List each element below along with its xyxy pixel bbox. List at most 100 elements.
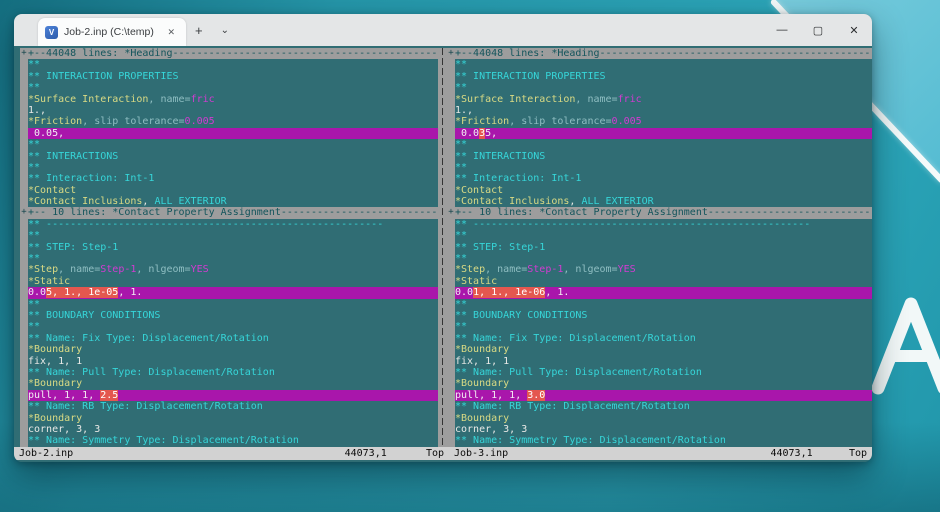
tab-active[interactable]: V Job-2.inp (C:\temp) (1 of 2) - V ✕ [38, 18, 186, 46]
fold-column-cell [20, 139, 28, 150]
fold-column-cell [447, 310, 455, 321]
vertical-split-separator[interactable] [438, 48, 447, 447]
wallpaper-letter-a [870, 294, 940, 398]
fold-column-cell [447, 401, 455, 412]
fold-column-cell [447, 333, 455, 344]
fold-column-cell [447, 185, 455, 196]
code-line: *Surface Interaction, name=fric [28, 94, 438, 105]
code-line: ** [455, 82, 872, 93]
desktop-background: V Job-2.inp (C:\temp) (1 of 2) - V ✕ + ⌄… [0, 0, 940, 512]
fold-column-cell [447, 264, 455, 275]
command-line[interactable] [14, 460, 872, 462]
statusline-position: 44073,1 [770, 447, 812, 460]
fold-column-cell [20, 242, 28, 253]
fold-column: ++ [447, 48, 455, 447]
fold-column-cell [447, 390, 455, 401]
code-line: *Contact [455, 185, 872, 196]
maximize-button[interactable]: ▢ [800, 14, 836, 46]
new-tab-button[interactable]: + [186, 16, 212, 46]
code-line: ** [28, 321, 438, 332]
chevron-down-icon: ⌄ [221, 25, 229, 36]
diff-line: 0.05, [28, 128, 438, 139]
code-line: ** [455, 253, 872, 264]
terminal-window: V Job-2.inp (C:\temp) (1 of 2) - V ✕ + ⌄… [14, 14, 872, 462]
code-line: *Boundary [28, 413, 438, 424]
close-icon: ✕ [167, 27, 175, 37]
code-line: ** Name: Pull Type: Displacement/Rotatio… [455, 367, 872, 378]
window-controls: — ▢ ✕ [764, 14, 872, 46]
code-line: corner, 3, 3 [455, 424, 872, 435]
code-line: ** INTERACTIONS [455, 151, 872, 162]
fold-column-cell [447, 356, 455, 367]
close-button[interactable]: ✕ [836, 14, 872, 46]
close-icon: ✕ [849, 24, 858, 37]
code-line: ** Name: Symmetry Type: Displacement/Rot… [455, 435, 872, 446]
statusline-left: Job-2.inp 44073,1 Top [14, 447, 449, 460]
code-line: ** Name: Symmetry Type: Displacement/Rot… [28, 435, 438, 446]
fold-column-cell [20, 59, 28, 70]
minimize-icon: — [777, 24, 788, 36]
code-line: ** BOUNDARY CONDITIONS [455, 310, 872, 321]
plus-icon: + [195, 23, 203, 38]
code-line: ** Name: Fix Type: Displacement/Rotation [28, 333, 438, 344]
tab-close-button[interactable]: ✕ [163, 25, 179, 40]
code-line: ** Name: Pull Type: Displacement/Rotatio… [28, 367, 438, 378]
code-line: *Contact Inclusions, ALL EXTERIOR [455, 196, 872, 207]
vim-window-left[interactable]: + + +--44048 lines: *Heading-------------… [20, 48, 438, 447]
code-line: *Static [28, 276, 438, 287]
fold-column-cell [20, 128, 28, 139]
code-line: *Boundary [455, 378, 872, 389]
code-line: ** STEP: Step-1 [455, 242, 872, 253]
fold-column-cell [20, 356, 28, 367]
fold-marker[interactable]: + [20, 48, 28, 59]
code-line: *Boundary [28, 344, 438, 355]
fold-column-cell [20, 344, 28, 355]
fold-column-cell [20, 173, 28, 184]
fold-column-cell [447, 344, 455, 355]
fold-column-cell [20, 230, 28, 241]
code-line: ** [28, 162, 438, 173]
vim-diff-view: ++ +--44048 lines: *Heading-------------… [14, 46, 872, 462]
fold-column-cell [447, 413, 455, 424]
fold-marker[interactable]: + [447, 207, 455, 218]
fold-column-cell [447, 151, 455, 162]
code-line: *Contact [28, 185, 438, 196]
code-line: *Boundary [28, 378, 438, 389]
fold-column-cell [20, 116, 28, 127]
fold-column-cell [447, 219, 455, 230]
fold-column-cell [447, 162, 455, 173]
code-line: ** -------------------------------------… [28, 219, 438, 230]
code-line: ** STEP: Step-1 [28, 242, 438, 253]
fold-column-cell [447, 276, 455, 287]
fold-column-cell [447, 128, 455, 139]
tab-dropdown-button[interactable]: ⌄ [212, 16, 238, 46]
code-line: ** [455, 321, 872, 332]
code-line: ** INTERACTION PROPERTIES [455, 71, 872, 82]
fold-column-cell [447, 105, 455, 116]
diff-line: pull, 1, 1, 3.0 [455, 390, 872, 401]
fold-column-cell [447, 321, 455, 332]
minimize-button[interactable]: — [764, 14, 800, 46]
fold-column-cell [447, 94, 455, 105]
statusline-scroll-indicator: Top [849, 447, 867, 460]
fold-column-cell [20, 71, 28, 82]
buffer-text[interactable]: +--44048 lines: *Heading----------------… [455, 48, 872, 447]
code-line: ** [28, 230, 438, 241]
fold-column-cell [20, 276, 28, 287]
fold-column-cell [447, 424, 455, 435]
vim-window-right[interactable]: ++ +--44048 lines: *Heading-------------… [447, 48, 872, 447]
code-line: fix, 1, 1 [28, 356, 438, 367]
code-line: ** [455, 230, 872, 241]
buffer-text[interactable]: +--44048 lines: *Heading----------------… [28, 48, 438, 447]
titlebar: V Job-2.inp (C:\temp) (1 of 2) - V ✕ + ⌄… [14, 14, 872, 46]
fold-column-cell [447, 253, 455, 264]
code-line: ** [28, 253, 438, 264]
fold-column-cell [20, 253, 28, 264]
statusline-position: 44073,1 [345, 447, 387, 460]
code-line: ** Name: RB Type: Displacement/Rotation [455, 401, 872, 412]
fold-marker[interactable]: + [447, 48, 455, 59]
code-line: ** Name: Fix Type: Displacement/Rotation [455, 333, 872, 344]
code-line: 1., [28, 105, 438, 116]
fold-column-cell [20, 401, 28, 412]
fold-marker[interactable]: + [20, 207, 28, 218]
